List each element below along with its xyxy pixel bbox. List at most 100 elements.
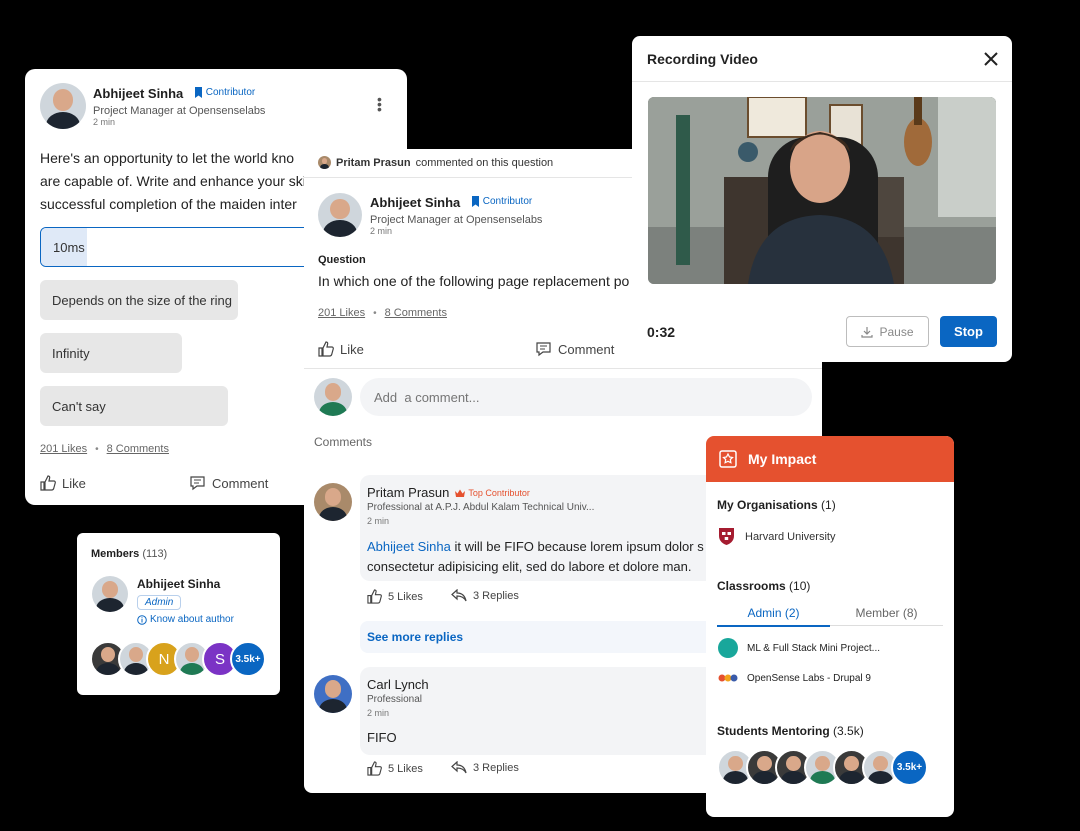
webcam-feed-image [648,97,996,284]
comments-count[interactable]: 8 Comments [107,443,169,455]
harvard-shield-icon [719,528,734,545]
stop-button[interactable]: Stop [940,316,997,347]
likes-count[interactable]: 201 Likes [318,307,365,319]
tab-member-label: Member (8) [855,606,918,620]
commenter-name[interactable]: Carl Lynch [367,677,429,692]
member-initial: N [158,650,170,668]
classroom-item[interactable]: ML & Full Stack Mini Project... [718,638,880,658]
comments-heading: Comments [314,435,373,449]
members-label: Members [91,548,140,560]
comment-button[interactable]: Comment [535,341,614,357]
activity-line: Pritam Prasun commented on this question [318,156,553,169]
tab-member[interactable]: Member (8) [830,606,943,626]
classrooms-heading: Classrooms (10) [717,579,810,593]
poll-option-3[interactable]: Infinity [40,333,182,373]
pause-button[interactable]: Pause [846,316,929,347]
post-text-line: Here's an opportunity to let the world k… [40,150,295,166]
post-time: 2 min [93,117,116,127]
tab-admin-label: Admin (2) [747,606,800,620]
mentoring-label: Students Mentoring [717,724,830,738]
classroom-item[interactable]: OpenSense Labs - Drupal 9 [718,672,871,684]
recording-timer: 0:32 [647,324,676,340]
poll-option-2[interactable]: Depends on the size of the ring [40,280,238,320]
divider [304,368,822,369]
info-icon [137,614,147,625]
more-members-badge[interactable]: 3.5k+ [230,641,266,677]
close-icon[interactable] [984,52,998,66]
comment-label: Comment [212,475,269,491]
thumbs-up-icon [40,475,56,491]
poll-option-4[interactable]: Can't say [40,386,228,426]
divider [632,81,1012,82]
classrooms-label: Classrooms [717,579,786,593]
reply-icon [451,761,467,774]
question-label: Question [318,254,366,266]
poll-option-label: 10ms [53,239,85,255]
thumbs-up-icon [367,761,382,776]
author-name[interactable]: Abhijeet Sinha [137,577,234,591]
comment-label: Comment [558,341,615,357]
commenter-title: Professional at A.P.J. Abdul Kalam Techn… [367,502,595,513]
pause-label: Pause [879,324,914,339]
comment-replies: 3 Replies [473,761,519,774]
like-button[interactable]: Like [318,341,364,357]
commenter-avatar[interactable] [314,483,352,521]
admin-badge: Admin [137,595,182,610]
know-about-author-link[interactable]: Know about author [137,614,234,625]
members-count: (113) [142,548,168,560]
more-options-icon[interactable]: • • • [377,92,383,116]
impact-header: My Impact [706,436,954,482]
ribbon-icon [471,196,479,207]
comment-button[interactable]: Comment [189,475,268,491]
tab-admin[interactable]: Admin (2) [717,606,830,627]
organisation-name: Harvard University [745,530,836,543]
comment-text-line: it will be FIFO because lorem ipsum dolo… [450,539,704,554]
mentoring-heading: Students Mentoring (3.5k) [717,724,864,738]
comment-icon [536,342,551,357]
pause-download-icon [861,326,874,338]
comment-replies-button[interactable]: 3 Replies [451,589,519,602]
comment-like-button[interactable]: 5 Likes [367,589,423,604]
likes-count[interactable]: 201 Likes [40,443,87,455]
author-avatar[interactable] [40,83,86,129]
comment-likes: 5 Likes [388,590,423,603]
modal-title: Recording Video [647,51,758,67]
dot-separator: • [95,443,99,455]
mention-link[interactable]: Abhijeet Sinha [367,539,451,554]
classrooms-count: (10) [789,579,811,593]
poll-option-label: Depends on the size of the ring [52,292,232,308]
thumbs-up-icon [367,589,382,604]
badge-label: Top Contributor [468,487,530,498]
author-name[interactable]: Abhijeet Sinha [370,195,460,210]
commenter-name[interactable]: Pritam Prasun [336,157,411,169]
post-stats: 201 Likes • 8 Comments [318,307,447,319]
post-stats: 201 Likes • 8 Comments [40,443,169,455]
commenter-avatar[interactable] [314,675,352,713]
members-avatar-stack[interactable]: N S 3.5k+ [90,641,266,677]
comments-count[interactable]: 8 Comments [385,307,447,319]
award-icon [719,450,737,468]
comment-replies-button[interactable]: 3 Replies [451,761,519,774]
organisation-item[interactable]: Harvard University [718,527,835,546]
author-avatar[interactable] [318,193,362,237]
dot-separator: • [373,307,377,319]
like-button[interactable]: Like [40,475,86,491]
commenter-name[interactable]: Pritam Prasun [367,485,449,500]
more-members-label: 3.5k+ [235,653,261,665]
more-students-badge[interactable]: 3.5k+ [891,749,928,786]
crown-icon [455,489,466,497]
classroom-name: OpenSense Labs - Drupal 9 [747,672,871,684]
comment-input[interactable] [360,378,812,416]
organisations-count: (1) [821,498,836,512]
post-text: Here's an opportunity to let the world k… [40,147,306,216]
video-preview [648,97,996,284]
top-contributor-badge: Top Contributor [455,488,530,498]
comment-time: 2 min [367,516,390,526]
author-name[interactable]: Abhijeet Sinha [93,86,183,101]
mentoring-avatar-stack[interactable]: 3.5k+ [717,749,928,786]
commenter-avatar [318,156,331,169]
comment-like-button[interactable]: 5 Likes [367,761,423,776]
my-impact-card: My Impact My Organisations (1) Harvard U… [706,436,954,817]
author-avatar[interactable] [92,576,128,612]
impact-title: My Impact [748,451,817,467]
